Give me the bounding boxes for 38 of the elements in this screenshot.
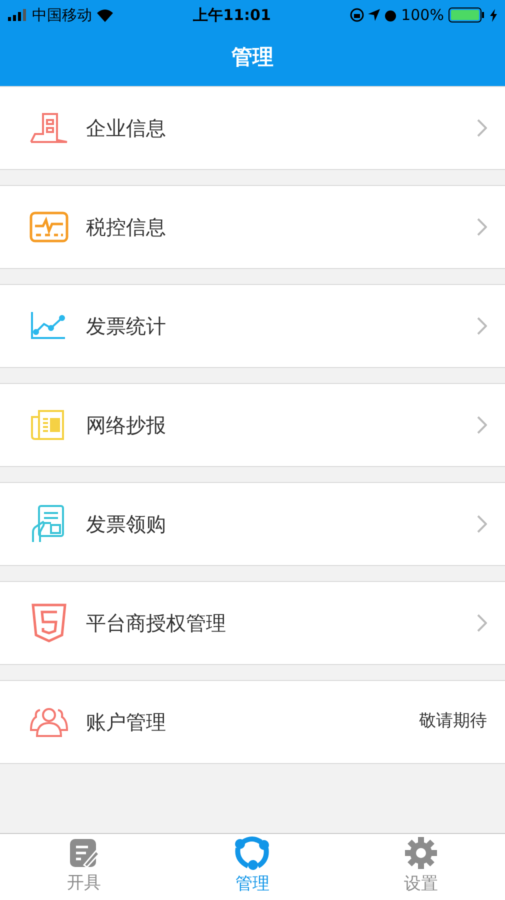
battery-percent: 100% bbox=[401, 4, 444, 26]
shield-five-icon bbox=[29, 603, 69, 643]
rotation-lock-icon bbox=[350, 8, 364, 22]
menu-item[interactable]: 平台商授权管理 bbox=[0, 581, 505, 665]
menu-label: 税控信息 bbox=[86, 214, 167, 241]
cycle-nodes-icon bbox=[234, 836, 270, 870]
chevron-right-icon bbox=[477, 218, 487, 236]
menu-item[interactable]: 税控信息 bbox=[0, 185, 505, 269]
page-title: 管理 bbox=[232, 44, 274, 72]
charging-icon bbox=[490, 8, 497, 22]
menu-label: 平台商授权管理 bbox=[86, 610, 227, 637]
carrier-name: 中国移动 bbox=[32, 4, 92, 26]
menu-label: 发票领购 bbox=[86, 511, 167, 538]
location-icon bbox=[368, 9, 380, 21]
menu-label: 网络抄报 bbox=[86, 412, 167, 439]
chevron-right-icon bbox=[477, 515, 487, 533]
menu-item[interactable]: 发票统计 bbox=[0, 284, 505, 368]
coming-soon-note: 敬请期待 bbox=[419, 710, 487, 734]
menu-item[interactable]: 账户管理 敬请期待 bbox=[0, 680, 505, 764]
menu-label: 账户管理 bbox=[86, 709, 167, 736]
building-icon bbox=[29, 112, 69, 144]
menu-item[interactable]: 企业信息 bbox=[0, 86, 505, 170]
menu-label: 企业信息 bbox=[86, 115, 167, 142]
users-icon bbox=[29, 706, 69, 738]
menu-label: 发票统计 bbox=[86, 313, 167, 340]
settings-icon bbox=[404, 836, 438, 870]
chevron-right-icon bbox=[477, 416, 487, 434]
menu-item[interactable]: 发票领购 bbox=[0, 482, 505, 566]
menu-item[interactable]: 网络抄报 bbox=[0, 383, 505, 467]
battery-icon bbox=[448, 7, 486, 23]
clock-time: 上午11:01 bbox=[193, 4, 271, 26]
chevron-right-icon bbox=[477, 317, 487, 335]
chevron-right-icon bbox=[477, 119, 487, 137]
edit-note-icon bbox=[68, 837, 100, 870]
chevron-right-icon bbox=[477, 614, 487, 632]
monitor-icon bbox=[29, 211, 69, 243]
signal-icon bbox=[8, 9, 28, 21]
wifi-icon bbox=[96, 8, 114, 22]
